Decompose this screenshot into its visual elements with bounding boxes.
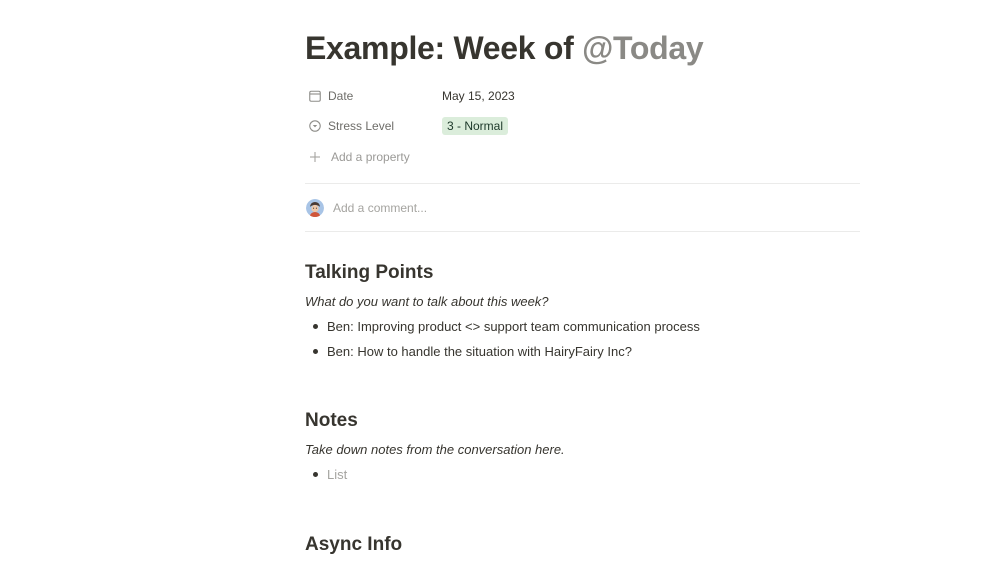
list-item[interactable]: List <box>305 467 347 482</box>
divider <box>305 183 860 184</box>
heading-talking-points[interactable]: Talking Points <box>305 262 433 284</box>
list-item-text: Ben: Improving product <> support team c… <box>327 319 700 334</box>
property-name-date[interactable]: Date <box>305 89 442 103</box>
property-name-stress-level[interactable]: Stress Level <box>305 119 442 133</box>
add-property-label: Add a property <box>331 150 410 164</box>
today-mention[interactable]: @Today <box>582 30 704 66</box>
comment-input[interactable] <box>333 201 733 215</box>
talking-points-hint[interactable]: What do you want to talk about this week… <box>305 294 549 309</box>
divider <box>305 231 860 232</box>
bullet-dot <box>313 349 318 354</box>
add-property-button[interactable]: Add a property <box>305 145 860 169</box>
list-item[interactable]: Ben: How to handle the situation with Ha… <box>305 344 632 359</box>
bullet-dot <box>313 324 318 329</box>
plus-icon <box>308 150 322 164</box>
heading-notes[interactable]: Notes <box>305 410 358 432</box>
property-row-stress-level[interactable]: Stress Level 3 - Normal <box>305 114 860 138</box>
avatar <box>306 199 324 217</box>
title-text: Example: Week of <box>305 30 583 66</box>
property-row-date[interactable]: Date May 15, 2023 <box>305 84 860 108</box>
select-icon <box>308 119 322 133</box>
heading-async-info[interactable]: Async Info <box>305 534 402 556</box>
property-label: Date <box>328 89 354 103</box>
list-item-placeholder: List <box>327 467 348 482</box>
calendar-icon <box>308 89 322 103</box>
stress-level-tag[interactable]: 3 - Normal <box>442 117 509 135</box>
list-item-text: Ben: How to handle the situation with Ha… <box>327 344 632 359</box>
comment-bar[interactable] <box>305 197 733 219</box>
page-title[interactable]: Example: Week of @Today <box>305 30 704 67</box>
notes-hint[interactable]: Take down notes from the conversation he… <box>305 442 565 457</box>
list-item[interactable]: Ben: Improving product <> support team c… <box>305 319 700 334</box>
property-label: Stress Level <box>328 119 395 133</box>
bullet-dot <box>313 472 318 477</box>
date-value[interactable]: May 15, 2023 <box>442 89 515 103</box>
